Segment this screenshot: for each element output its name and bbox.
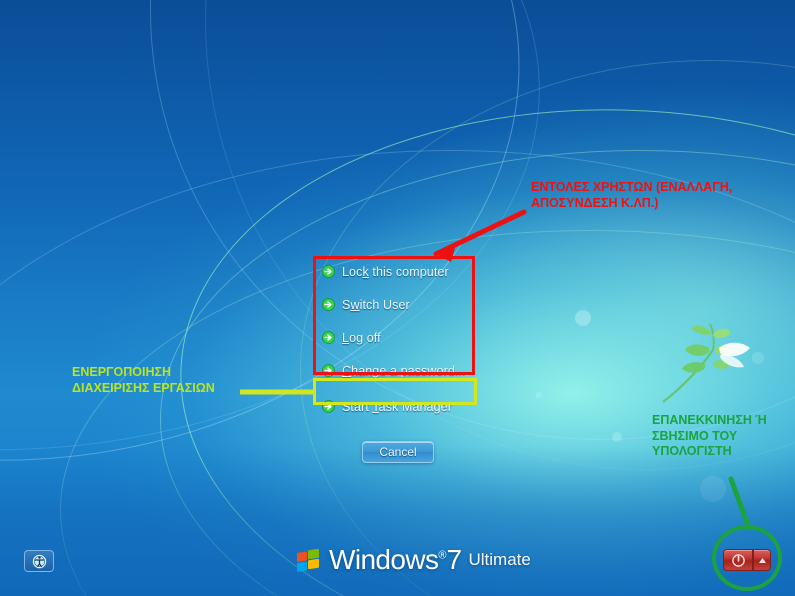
menu-item-label: Change a password... [342,363,466,378]
windows-flag-logo-icon [297,548,319,572]
ease-of-access-icon [31,553,47,569]
power-options-control[interactable] [723,549,771,571]
wallpaper-bokeh [612,432,622,442]
menu-item-label: Log off [342,330,381,345]
menu-item-switch-user[interactable]: Switch User [322,291,482,318]
windows-word: Windows [329,544,439,575]
windows-wordmark: Windows®7 [329,544,463,575]
menu-item-label: Lock this computer [342,264,449,279]
menu-item-log-off[interactable]: Log off [322,324,482,351]
ease-of-access-button[interactable] [24,550,54,572]
wallpaper-plant-motif [662,323,750,403]
wallpaper-bokeh [575,310,591,326]
triangle-up-icon [758,557,766,563]
wallpaper-bokeh [536,392,542,398]
shutdown-button[interactable] [723,549,753,571]
registered-mark: ® [438,549,447,562]
menu-item-label: Switch User [342,297,410,312]
cancel-button[interactable]: Cancel [362,441,434,463]
windows-version: 7 [446,544,463,575]
green-arrow-icon [322,331,335,344]
menu-item-start-task-manager[interactable]: Start Task Manager [322,393,482,420]
menu-item-lock-this-computer[interactable]: Lock this computer [322,258,482,285]
windows-brand: Windows®7 Ultimate [296,546,531,574]
green-arrow-icon [322,298,335,311]
security-options-menu: Lock this computer Switch User Log off C… [322,258,482,420]
green-arrow-icon [322,265,335,278]
windows-edition: Ultimate [468,550,531,569]
menu-item-change-a-password[interactable]: Change a password... [322,357,482,384]
green-arrow-icon [322,400,335,413]
menu-item-label: Start Task Manager [342,399,452,414]
power-icon [731,553,745,567]
green-arrow-icon [322,364,335,377]
power-options-dropdown-button[interactable] [753,549,771,571]
